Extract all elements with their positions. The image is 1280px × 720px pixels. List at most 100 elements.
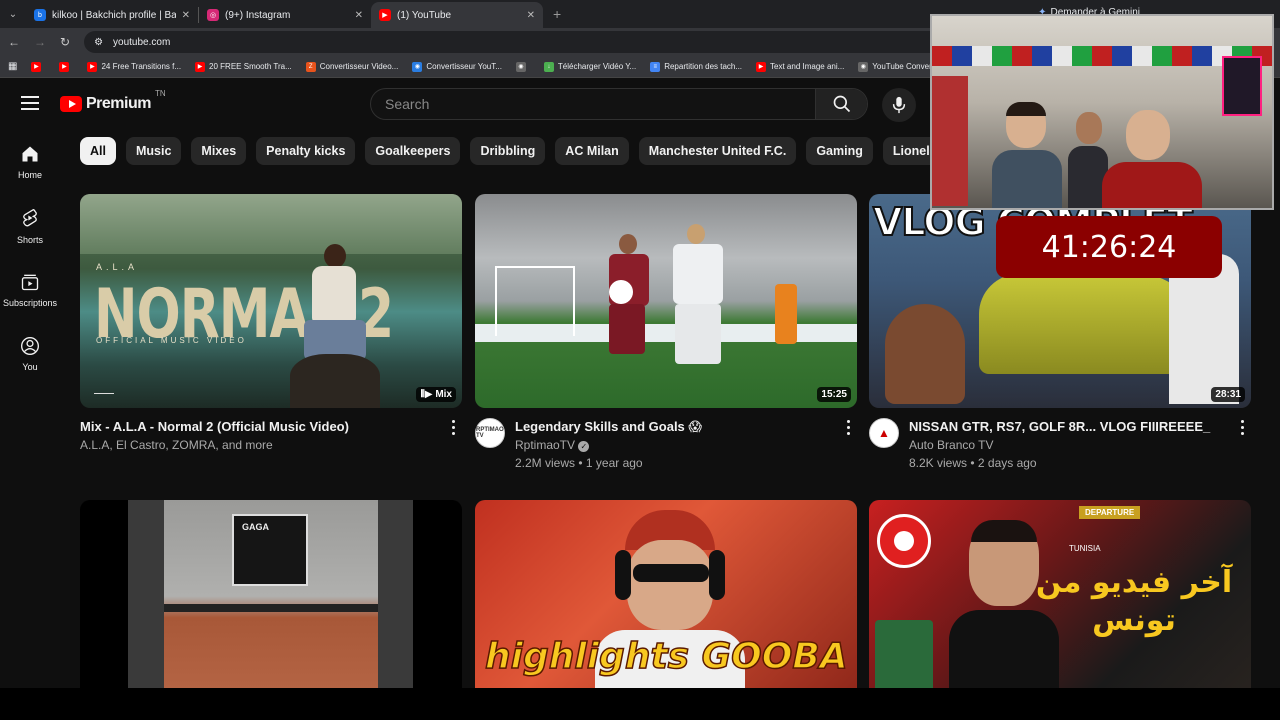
browser-tab-3[interactable]: ▶ (1) YouTube ✕ — [371, 2, 543, 28]
poster-text: GAGA — [242, 522, 269, 532]
sidebar-item-home[interactable]: Home — [0, 130, 60, 194]
sidebar-item-label: Shorts — [16, 235, 43, 245]
sidebar-item-subscriptions[interactable]: Subscriptions — [0, 258, 60, 322]
video-meta: ▲ NISSAN GTR, RS7, GOLF 8R... VLOG FIIIR… — [869, 418, 1251, 472]
video-thumbnail[interactable]: 15:25 — [475, 194, 857, 408]
chip-penalty-kicks[interactable]: Penalty kicks — [256, 137, 356, 165]
apps-grid-icon[interactable]: ▦ — [8, 61, 17, 72]
chip-goalkeepers[interactable]: Goalkeepers — [365, 137, 461, 165]
channel-name[interactable]: Auto Branco TV — [909, 436, 1227, 454]
referee-figure — [775, 284, 797, 344]
player-white-figure — [665, 224, 735, 374]
video-card[interactable]: 15:25 RPTIMAO TV Legendary Skills and Go… — [475, 194, 857, 472]
youtube-icon: ▶ — [756, 61, 767, 72]
bookmark-item[interactable]: ▶ 24 Free Transitions f... — [87, 61, 181, 72]
bottom-black-bar — [0, 688, 1280, 720]
wall-shape — [932, 76, 968, 206]
browser-tab-2[interactable]: ◎ (9+) Instagram ✕ — [199, 2, 371, 28]
duration-badge: 15:25 — [817, 387, 851, 402]
video-thumbnail[interactable]: A.L.A NORMAL 2 OFFICIAL MUSIC VIDEO ⦀▶ M… — [80, 194, 462, 408]
youtube-logo[interactable]: Premium TN — [60, 89, 166, 113]
channel-row: RptimaoTV ✓ — [515, 436, 833, 454]
video-thumbnail[interactable]: DEPARTURE TUNISIA آخر فيديو من تونس — [869, 500, 1251, 714]
hamburger-menu-icon[interactable] — [21, 96, 39, 110]
video-thumbnail[interactable]: highlights GOOBA — [475, 500, 857, 714]
video-card[interactable]: highlights GOOBA — [475, 500, 857, 714]
logo-mark-icon — [94, 374, 114, 394]
shelf-shape — [164, 604, 378, 612]
sidebar-item-label: Subscriptions — [2, 298, 58, 308]
chip-dribbling[interactable]: Dribbling — [470, 137, 546, 165]
video-title[interactable]: NISSAN GTR, RS7, GOLF 8R... VLOG FIIIREE… — [909, 418, 1227, 436]
sidebar-item-you[interactable]: You — [0, 322, 60, 386]
voice-search-button[interactable] — [882, 88, 916, 122]
video-card[interactable]: GAGA — [80, 500, 462, 714]
thumb-artist-text: A.L.A — [96, 262, 139, 272]
bookmark-item[interactable]: ↓ Télécharger Vidéo Y... — [543, 61, 636, 72]
close-tab-icon[interactable]: ✕ — [182, 10, 190, 21]
video-title[interactable]: Legendary Skills and Goals 😱 — [515, 418, 833, 436]
sidebar-item-shorts[interactable]: Shorts — [0, 194, 60, 258]
tab-title: (1) YouTube — [397, 9, 452, 21]
browser-tab-1[interactable]: b kilkoo | Bakchich profile | Bakch ✕ — [26, 2, 198, 28]
channel-name[interactable]: RptimaoTV — [515, 438, 575, 452]
bookmark-label: 20 FREE Smooth Tra... — [209, 62, 292, 71]
chip-all[interactable]: All — [80, 137, 116, 165]
video-card[interactable]: A.L.A NORMAL 2 OFFICIAL MUSIC VIDEO ⦀▶ M… — [80, 194, 462, 454]
chip-gaming[interactable]: Gaming — [806, 137, 873, 165]
search-button[interactable] — [815, 89, 867, 119]
tab-favicon: b — [34, 9, 46, 21]
person-face-figure — [885, 304, 965, 404]
countdown-timer-overlay: 41:26:24 — [996, 216, 1222, 278]
webcam-overlay — [930, 14, 1274, 210]
bookmark-item[interactable]: ▶ Text and Image ani... — [756, 61, 845, 72]
video-thumbnail[interactable]: GAGA — [80, 500, 462, 714]
bookmark-item[interactable]: ◉ Convertisseur YouT... — [412, 61, 502, 72]
destination-text: TUNISIA — [1069, 544, 1101, 553]
bookmark-label: Text and Image ani... — [770, 62, 845, 71]
site-info-icon[interactable]: ⚙ — [94, 37, 103, 48]
chip-manchester-united[interactable]: Manchester United F.C. — [638, 137, 797, 165]
close-tab-icon[interactable]: ✕ — [355, 10, 363, 21]
video-card[interactable]: DEPARTURE TUNISIA آخر فيديو من تونس — [869, 500, 1251, 714]
omnibox[interactable]: ⚙ youtube.com — [84, 31, 985, 53]
chip-music[interactable]: Music — [125, 137, 182, 165]
close-tab-icon[interactable]: ✕ — [527, 10, 535, 21]
chip-mixes[interactable]: Mixes — [191, 137, 247, 165]
new-tab-icon[interactable]: + — [553, 6, 561, 22]
youtube-icon: ▶ — [195, 61, 206, 72]
bookmark-item[interactable]: ≡ Repartition des tach... — [650, 61, 742, 72]
channel-name[interactable]: A.L.A, El Castro, ZOMRA, and more — [80, 436, 438, 454]
channel-avatar[interactable]: ▲ — [869, 418, 899, 448]
departure-sign-text: DEPARTURE — [1079, 506, 1141, 519]
video-stats: 2.2M views • 1 year ago — [515, 456, 643, 470]
back-icon[interactable]: ← — [8, 35, 20, 49]
search-input[interactable] — [371, 89, 815, 119]
thumb-title-text: highlights GOOBA — [484, 635, 848, 678]
forward-icon[interactable]: → — [34, 35, 46, 49]
bookmark-item[interactable]: Z Convertisseur Video... — [305, 61, 398, 72]
verified-icon: ✓ — [578, 441, 590, 452]
chip-lionel-messi[interactable]: Lionel Messi — [882, 137, 930, 165]
video-title[interactable]: Mix - A.L.A - Normal 2 (Official Music V… — [80, 418, 438, 436]
channel-avatar[interactable]: RPTIMAO TV — [475, 418, 505, 448]
more-options-icon[interactable] — [452, 420, 456, 435]
bookmark-item[interactable]: ◉ — [515, 61, 530, 72]
reload-icon[interactable]: ↻ — [60, 35, 70, 49]
globe-icon: ◉ — [858, 61, 869, 72]
logo-text: Premium — [86, 95, 151, 112]
tab-title: kilkoo | Bakchich profile | Bakch — [52, 9, 176, 21]
bookmark-item[interactable]: ▶ 20 FREE Smooth Tra... — [195, 61, 292, 72]
more-options-icon[interactable] — [1241, 420, 1245, 435]
badge-text: Mix — [435, 389, 452, 400]
search-icon — [833, 95, 850, 113]
chip-ac-milan[interactable]: AC Milan — [555, 137, 629, 165]
bookmark-item[interactable]: ▶ — [31, 61, 45, 72]
tab-search-icon[interactable]: ⌄ — [0, 0, 26, 28]
bookmark-item[interactable]: ▶ — [59, 61, 73, 72]
url-text: youtube.com — [113, 36, 171, 48]
instagram-icon: ◎ — [207, 9, 219, 21]
more-options-icon[interactable] — [847, 420, 851, 435]
car-shape — [979, 274, 1199, 374]
goal-net-shape — [495, 266, 575, 336]
